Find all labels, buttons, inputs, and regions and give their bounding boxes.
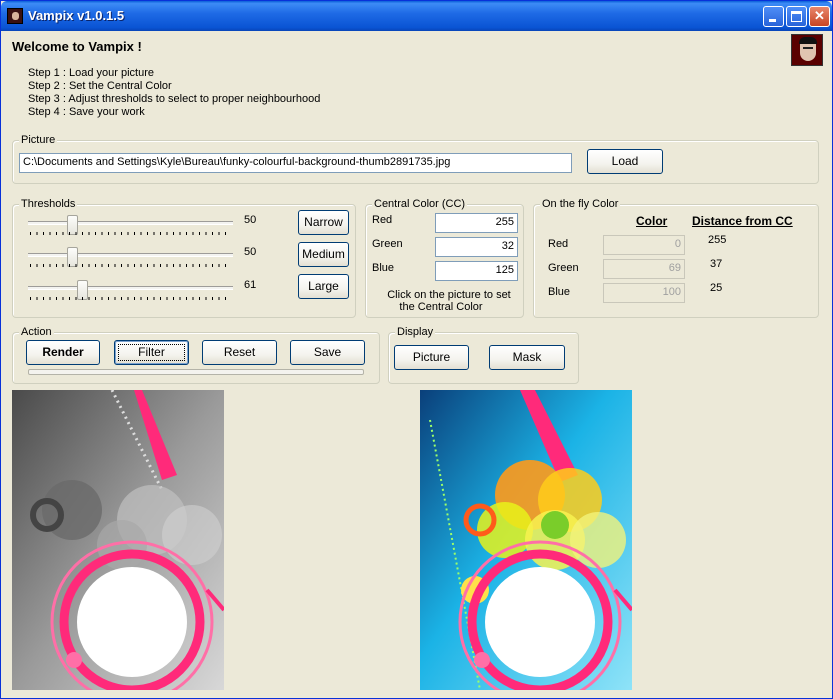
welcome-heading: Welcome to Vampix ! bbox=[12, 39, 142, 54]
picture-group-label: Picture bbox=[19, 134, 58, 146]
medium-button[interactable]: Medium bbox=[298, 242, 349, 267]
fly-red-distance: 255 bbox=[708, 234, 727, 246]
display-mask-button[interactable]: Mask bbox=[489, 345, 565, 370]
cc-red-field[interactable]: 255 bbox=[435, 213, 518, 233]
fly-blue-field: 100 bbox=[603, 283, 685, 303]
cc-green-label: Green bbox=[372, 238, 403, 250]
save-button[interactable]: Save bbox=[290, 340, 365, 365]
filter-button[interactable]: Filter bbox=[114, 340, 189, 365]
threshold-value-2: 50 bbox=[244, 246, 257, 258]
cc-blue-label: Blue bbox=[372, 262, 395, 274]
central-color-group-label: Central Color (CC) bbox=[372, 198, 468, 210]
picture-preview-image[interactable] bbox=[420, 390, 632, 690]
minimize-button[interactable] bbox=[763, 6, 784, 27]
load-button[interactable]: Load bbox=[587, 149, 663, 174]
render-progress-bar bbox=[28, 369, 364, 375]
picture-path-field[interactable]: C:\Documents and Settings\Kyle\Bureau\fu… bbox=[19, 153, 572, 173]
step-1: Step 1 : Load your picture bbox=[28, 67, 154, 79]
fly-distance-column-header: Distance from CC bbox=[692, 214, 793, 228]
fly-green-distance: 37 bbox=[710, 258, 723, 270]
vampix-window: Vampix v1.0.1.5 ✕ Welcome to Vampix ! St… bbox=[0, 0, 833, 699]
maximize-button[interactable] bbox=[786, 6, 807, 27]
display-group-label: Display bbox=[395, 326, 436, 338]
app-icon bbox=[7, 8, 23, 24]
fly-color-column-header: Color bbox=[636, 214, 668, 228]
thresholds-group-label: Thresholds bbox=[19, 198, 78, 210]
mask-preview-image[interactable] bbox=[12, 390, 224, 690]
action-group-label: Action bbox=[19, 326, 54, 338]
large-button[interactable]: Large bbox=[298, 274, 349, 299]
cc-red-label: Red bbox=[372, 214, 393, 226]
fly-red-field: 0 bbox=[603, 235, 685, 255]
threshold-slider-3[interactable] bbox=[28, 280, 233, 302]
cc-hint-line-2: the Central Color bbox=[399, 301, 483, 313]
fly-red-label: Red bbox=[548, 238, 569, 250]
maximize-icon bbox=[791, 11, 802, 22]
minimize-icon bbox=[769, 19, 776, 22]
close-icon: ✕ bbox=[814, 8, 825, 23]
cc-blue-field[interactable]: 125 bbox=[435, 261, 518, 281]
threshold-slider-1[interactable] bbox=[28, 215, 233, 237]
window-title: Vampix v1.0.1.5 bbox=[28, 8, 125, 23]
display-picture-button[interactable]: Picture bbox=[394, 345, 469, 370]
fly-blue-label: Blue bbox=[548, 286, 571, 298]
cc-green-field[interactable]: 32 bbox=[435, 237, 518, 257]
threshold-slider-2[interactable] bbox=[28, 247, 233, 269]
fly-blue-distance: 25 bbox=[710, 282, 723, 294]
step-3: Step 3 : Adjust thresholds to select to … bbox=[28, 93, 321, 105]
threshold-value-3: 61 bbox=[244, 279, 257, 291]
step-4: Step 4 : Save your work bbox=[28, 106, 145, 118]
fly-color-group-label: On the fly Color bbox=[540, 198, 621, 210]
reset-button[interactable]: Reset bbox=[202, 340, 277, 365]
cc-hint-line-1: Click on the picture to set bbox=[387, 289, 511, 301]
steps-list: Step 1 : Load your picture Step 2 : Set … bbox=[28, 67, 320, 119]
threshold-value-1: 50 bbox=[244, 214, 257, 226]
vampire-avatar-image bbox=[791, 34, 823, 66]
narrow-button[interactable]: Narrow bbox=[298, 210, 349, 235]
render-button[interactable]: Render bbox=[26, 340, 100, 365]
step-2: Step 2 : Set the Central Color bbox=[28, 80, 172, 92]
fly-green-field: 69 bbox=[603, 259, 685, 279]
title-bar[interactable]: Vampix v1.0.1.5 ✕ bbox=[1, 1, 832, 31]
close-button[interactable]: ✕ bbox=[809, 6, 830, 27]
fly-green-label: Green bbox=[548, 262, 579, 274]
